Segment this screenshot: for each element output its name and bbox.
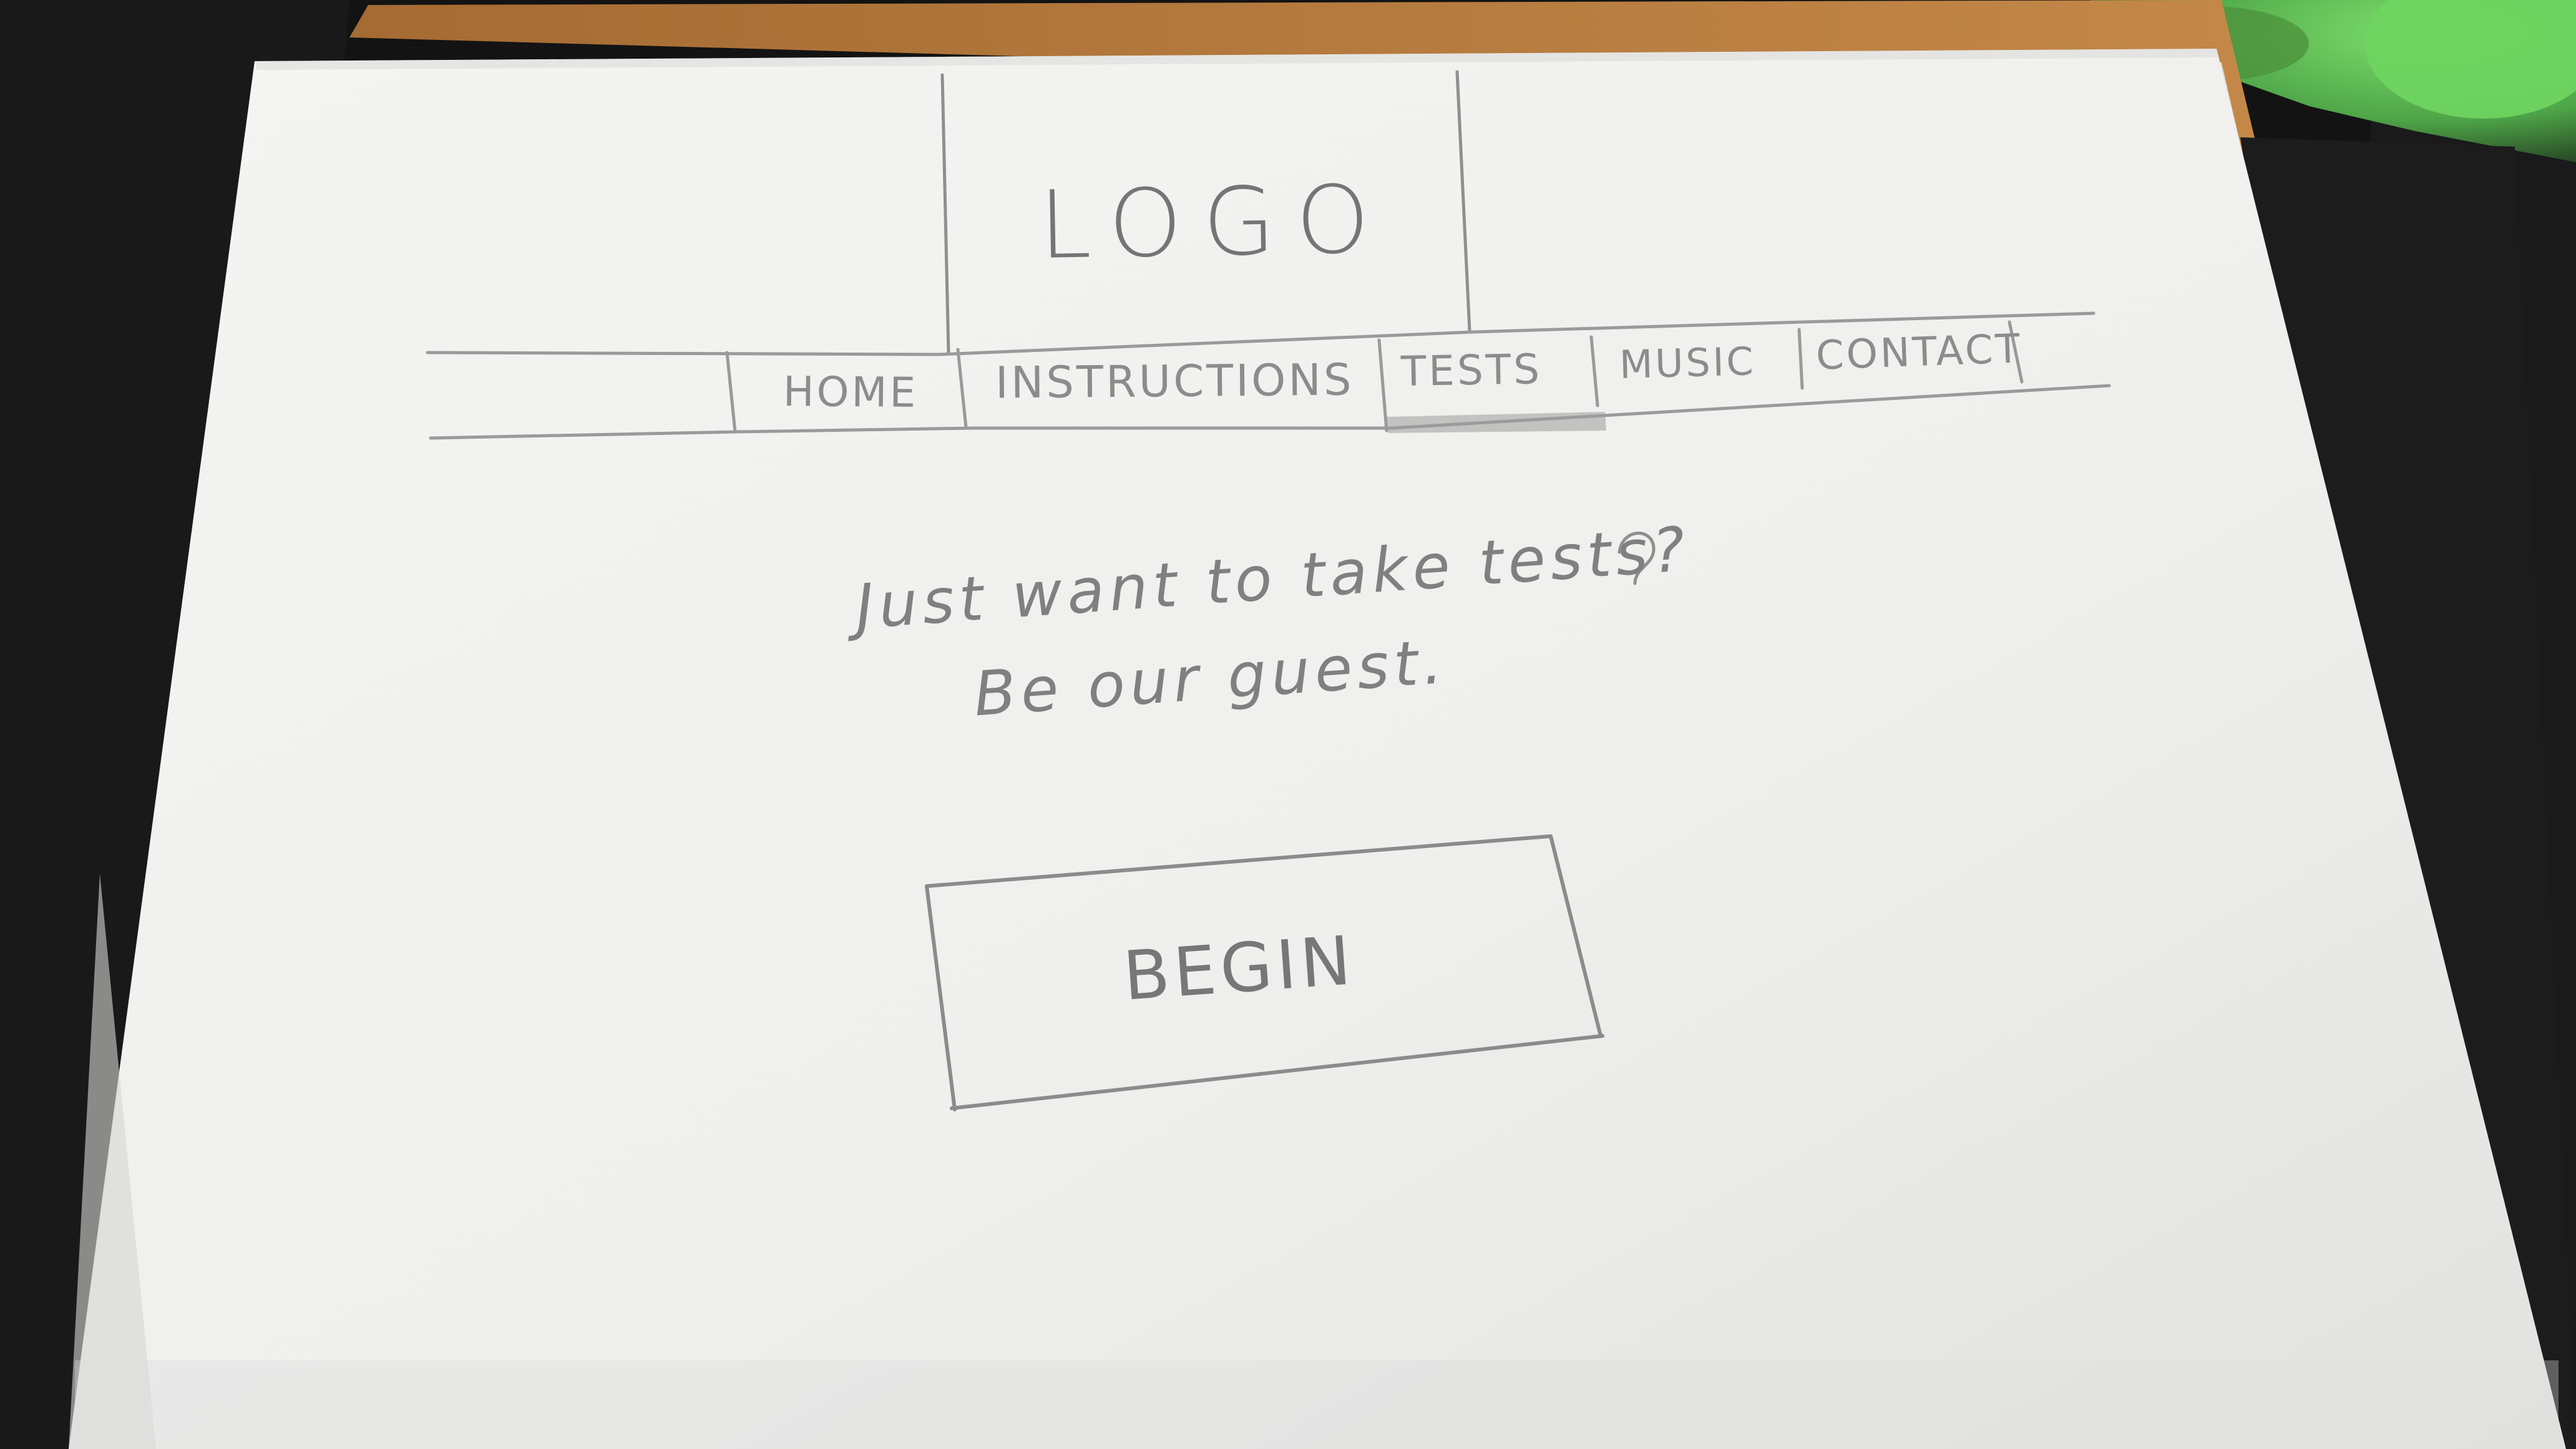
nav-item-tests[interactable]: TESTS [1400, 345, 1542, 396]
begin-button[interactable]: BEGIN [1121, 922, 1357, 1016]
nav-item-instructions[interactable]: INSTRUCTIONS [995, 354, 1354, 408]
nav-item-home[interactable]: HOME [783, 368, 919, 417]
logo-placeholder: LOGO [1038, 165, 1392, 280]
nav-item-music[interactable]: MUSIC [1619, 338, 1756, 388]
photo-scene: LOGO HOME INSTRUCTIONS TESTS MUSIC CONTA… [0, 0, 2576, 1449]
nav-item-contact[interactable]: CONTACT [1815, 326, 2023, 379]
